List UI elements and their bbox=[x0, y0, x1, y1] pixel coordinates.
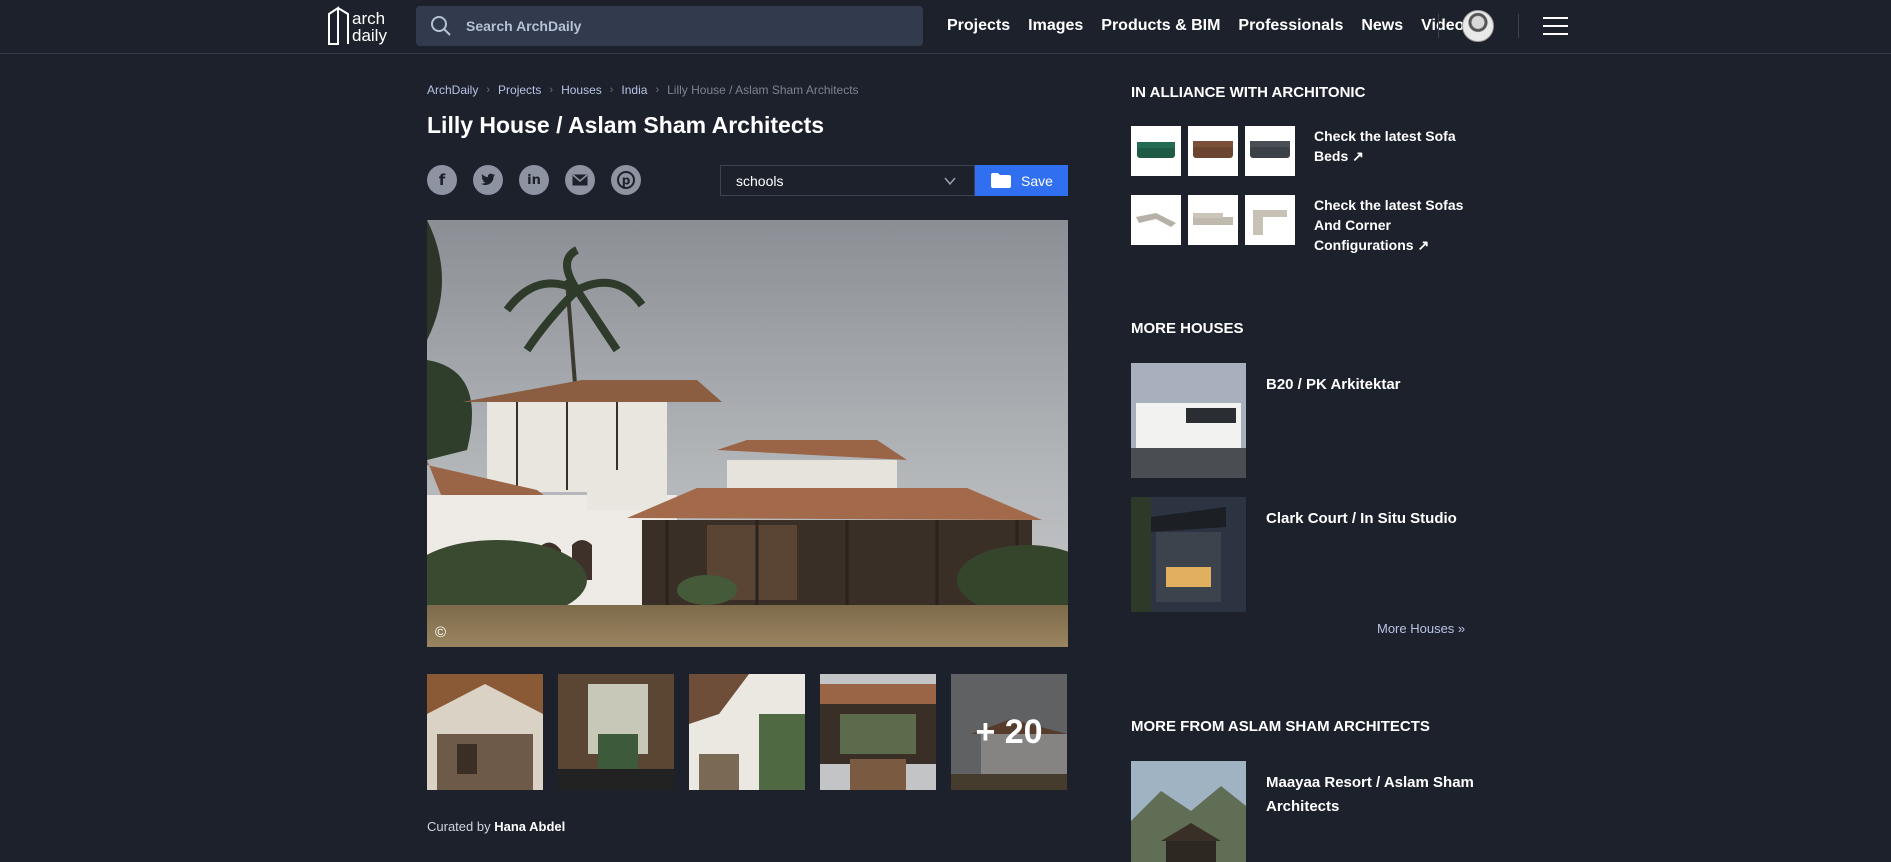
product-thumbnail[interactable] bbox=[1245, 126, 1295, 176]
nav-news[interactable]: News bbox=[1361, 16, 1403, 36]
folder-select-value: schools bbox=[736, 173, 784, 189]
site-header: arch daily Projects Images Products & BI… bbox=[0, 0, 1891, 54]
more-photos-count: + 20 bbox=[951, 674, 1067, 790]
product-thumbnail[interactable] bbox=[1188, 126, 1238, 176]
nav-products-bim[interactable]: Products & BIM bbox=[1101, 16, 1220, 36]
alliance-heading: IN ALLIANCE WITH ARCHITONIC bbox=[1131, 84, 1366, 101]
main-project-image[interactable] bbox=[427, 220, 1068, 647]
breadcrumb-houses[interactable]: Houses bbox=[561, 83, 602, 97]
related-project-image[interactable] bbox=[1131, 363, 1246, 478]
nav-divider bbox=[1518, 14, 1519, 38]
email-icon[interactable] bbox=[565, 165, 595, 195]
alliance-link[interactable]: Check the latest Sofas And Corner Config… bbox=[1314, 195, 1464, 255]
breadcrumb-archdaily[interactable]: ArchDaily bbox=[427, 83, 478, 97]
chevron-down-icon bbox=[944, 177, 956, 186]
thumbnail-more[interactable]: + 20 bbox=[951, 674, 1067, 790]
facebook-icon[interactable]: f bbox=[427, 165, 457, 195]
curated-by: Curated by Hana Abdel bbox=[427, 819, 565, 834]
more-houses-link[interactable]: More Houses » bbox=[1377, 621, 1465, 636]
save-button[interactable]: Save bbox=[975, 165, 1068, 196]
chevron-right-icon: › bbox=[655, 84, 660, 96]
chevron-right-icon: › bbox=[549, 84, 554, 96]
related-project-title[interactable]: B20 / PK Arkitektar bbox=[1266, 373, 1476, 397]
nav-divider bbox=[1438, 14, 1439, 38]
related-project-image[interactable] bbox=[1131, 761, 1246, 862]
product-thumbnail[interactable] bbox=[1131, 126, 1181, 176]
search-bar[interactable] bbox=[416, 6, 923, 46]
page-title: Lilly House / Aslam Sham Architects bbox=[427, 112, 825, 138]
curated-prefix: Curated by bbox=[427, 819, 495, 834]
folder-select[interactable]: schools bbox=[720, 165, 975, 196]
save-label: Save bbox=[1021, 172, 1053, 189]
folder-icon bbox=[991, 173, 1011, 188]
hamburger-menu-icon[interactable] bbox=[1543, 17, 1568, 35]
breadcrumb-india[interactable]: India bbox=[621, 83, 647, 97]
svg-text:p: p bbox=[622, 174, 631, 188]
breadcrumb: ArchDaily › Projects › Houses › India › … bbox=[427, 83, 859, 97]
chevron-right-icon: › bbox=[609, 84, 614, 96]
nav-projects[interactable]: Projects bbox=[947, 16, 1010, 36]
product-thumbnail[interactable] bbox=[1131, 195, 1181, 245]
thumbnail[interactable] bbox=[689, 674, 805, 790]
product-thumbnail[interactable] bbox=[1188, 195, 1238, 245]
more-from-heading: MORE FROM ASLAM SHAM ARCHITECTS bbox=[1131, 718, 1430, 735]
external-link-icon: ↗ bbox=[1352, 148, 1364, 164]
thumbnail[interactable] bbox=[558, 674, 674, 790]
more-houses-heading: MORE HOUSES bbox=[1131, 320, 1244, 337]
curator-name[interactable]: Hana Abdel bbox=[494, 819, 565, 834]
pinterest-icon[interactable]: p bbox=[611, 165, 641, 195]
search-icon bbox=[431, 16, 451, 36]
search-input[interactable] bbox=[466, 6, 906, 46]
share-buttons: f in p bbox=[427, 165, 641, 195]
archdaily-logo[interactable]: arch daily bbox=[326, 6, 394, 46]
related-project-title[interactable]: Maayaa Resort / Aslam Sham Architects bbox=[1266, 771, 1476, 819]
alliance-link[interactable]: Check the latest Sofa Beds ↗ bbox=[1314, 126, 1464, 166]
external-link-icon: ↗ bbox=[1417, 237, 1430, 253]
user-avatar[interactable] bbox=[1462, 10, 1494, 42]
thumbnail[interactable] bbox=[427, 674, 543, 790]
related-project-title[interactable]: Clark Court / In Situ Studio bbox=[1266, 507, 1476, 531]
related-project-image[interactable] bbox=[1131, 497, 1246, 612]
twitter-icon[interactable] bbox=[473, 165, 503, 195]
breadcrumb-current: Lilly House / Aslam Sham Architects bbox=[667, 83, 859, 97]
linkedin-icon[interactable]: in bbox=[519, 165, 549, 195]
nav-professionals[interactable]: Professionals bbox=[1238, 16, 1343, 36]
product-thumbnail[interactable] bbox=[1245, 195, 1295, 245]
main-nav: Projects Images Products & BIM Professio… bbox=[947, 16, 1491, 36]
chevron-right-icon: › bbox=[486, 84, 491, 96]
thumbnail[interactable] bbox=[820, 674, 936, 790]
breadcrumb-projects[interactable]: Projects bbox=[498, 83, 541, 97]
logo-text: arch daily bbox=[352, 9, 387, 45]
nav-images[interactable]: Images bbox=[1028, 16, 1083, 36]
house-photo bbox=[427, 220, 1068, 647]
copyright-icon[interactable]: © bbox=[435, 624, 446, 641]
